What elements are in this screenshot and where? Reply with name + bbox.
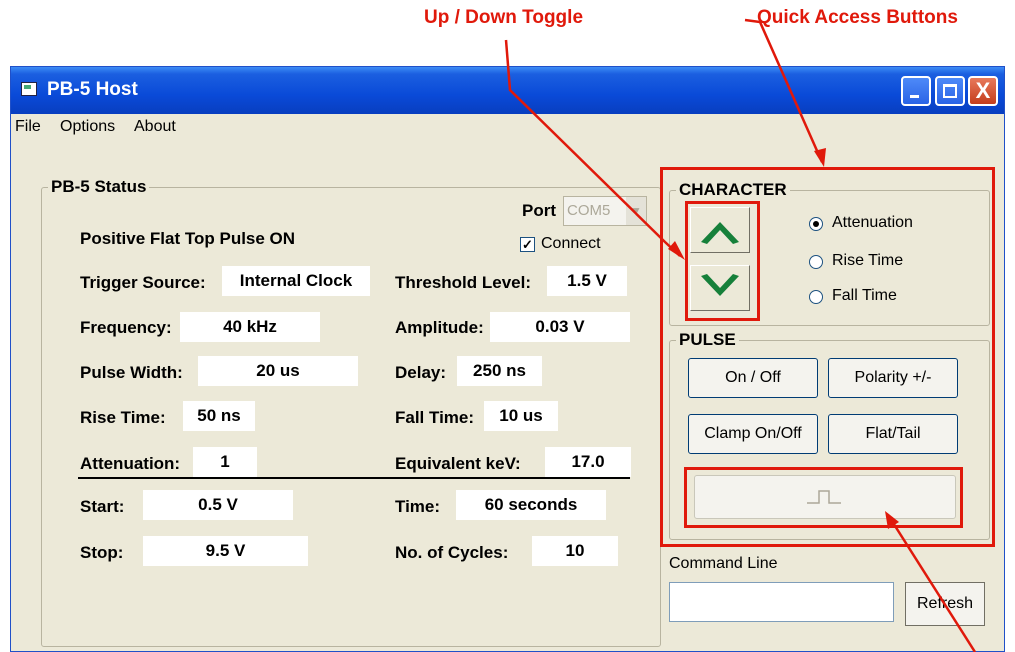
pulse-legend: PULSE — [679, 330, 736, 349]
pulse-width-value: 20 us — [198, 356, 358, 386]
fall-time-value: 10 us — [484, 401, 558, 431]
threshold-level-label: Threshold Level: — [395, 273, 532, 292]
amplitude-value: 0.03 V — [490, 312, 630, 342]
stop-label: Stop: — [80, 543, 124, 562]
app-icon — [21, 82, 37, 96]
minimize-button[interactable] — [901, 76, 931, 106]
annotation-quick-access: Quick Access Buttons — [757, 7, 958, 28]
clamp-button[interactable]: Clamp On/Off — [688, 414, 818, 454]
pulse-trigger-button[interactable] — [694, 475, 956, 519]
window-title: PB-5 Host — [47, 79, 138, 100]
radio-fall-time-label: Fall Time — [832, 287, 897, 304]
radio-rise-time-label: Rise Time — [832, 252, 904, 269]
start-value: 0.5 V — [143, 490, 293, 520]
trigger-source-value: Internal Clock — [222, 266, 370, 296]
frequency-value: 40 kHz — [180, 312, 320, 342]
amplitude-label: Amplitude: — [395, 318, 484, 337]
radio-rise-time[interactable] — [809, 255, 823, 269]
chevron-down-icon — [701, 274, 739, 296]
character-legend: CHARACTER — [679, 180, 787, 199]
on-off-button[interactable]: On / Off — [688, 358, 818, 398]
menu-bar: File Options About — [11, 114, 1004, 140]
chevron-up-icon — [701, 222, 739, 244]
cycles-value: 10 — [532, 536, 618, 566]
command-line-label: Command Line — [669, 555, 778, 572]
status-legend: PB-5 Status — [51, 177, 147, 196]
delay-value: 250 ns — [457, 356, 542, 386]
equivalent-kev-value: 17.0 — [545, 447, 631, 477]
connect-checkbox[interactable]: ✓ — [520, 237, 535, 252]
radio-fall-time[interactable] — [809, 290, 823, 304]
maximize-button[interactable] — [935, 76, 965, 106]
start-label: Start: — [80, 497, 125, 516]
port-label: Port — [522, 201, 556, 220]
pulse-waveform-icon — [807, 490, 841, 504]
port-value: COM5 — [567, 202, 611, 219]
attenuation-label: Attenuation: — [80, 454, 181, 473]
annotation-up-down-toggle: Up / Down Toggle — [424, 7, 584, 28]
menu-options[interactable]: Options — [60, 118, 115, 136]
up-button[interactable] — [690, 207, 750, 253]
rise-time-value: 50 ns — [183, 401, 255, 431]
polarity-button[interactable]: Polarity +/- — [828, 358, 958, 398]
rise-time-label: Rise Time: — [80, 408, 166, 427]
attenuation-value: 1 — [193, 447, 257, 477]
flat-tail-button[interactable]: Flat/Tail — [828, 414, 958, 454]
title-bar[interactable]: PB-5 Host X — [11, 67, 1004, 114]
radio-attenuation-label: Attenuation — [832, 214, 913, 231]
equivalent-kev-label: Equivalent keV: — [395, 454, 521, 473]
menu-about[interactable]: About — [134, 118, 176, 136]
command-line-input[interactable] — [669, 582, 894, 622]
pulse-mode-status: Positive Flat Top Pulse ON — [80, 229, 296, 248]
trigger-source-label: Trigger Source: — [80, 273, 206, 292]
delay-label: Delay: — [395, 363, 447, 382]
down-button[interactable] — [690, 265, 750, 311]
time-value: 60 seconds — [456, 490, 606, 520]
fall-time-label: Fall Time: — [395, 408, 475, 427]
time-label: Time: — [395, 497, 441, 516]
chevron-down-icon[interactable]: ▼ — [626, 197, 646, 225]
refresh-button[interactable]: Refresh — [905, 582, 985, 626]
threshold-level-value: 1.5 V — [547, 266, 627, 296]
connect-label: Connect — [541, 235, 601, 252]
port-select[interactable]: COM5 ▼ — [563, 196, 647, 226]
radio-attenuation[interactable] — [809, 217, 823, 231]
menu-file[interactable]: File — [15, 118, 41, 136]
stop-value: 9.5 V — [143, 536, 308, 566]
status-divider — [78, 477, 630, 479]
cycles-label: No. of Cycles: — [395, 543, 509, 562]
close-button[interactable]: X — [968, 76, 998, 106]
pulse-width-label: Pulse Width: — [80, 363, 183, 382]
frequency-label: Frequency: — [80, 318, 172, 337]
